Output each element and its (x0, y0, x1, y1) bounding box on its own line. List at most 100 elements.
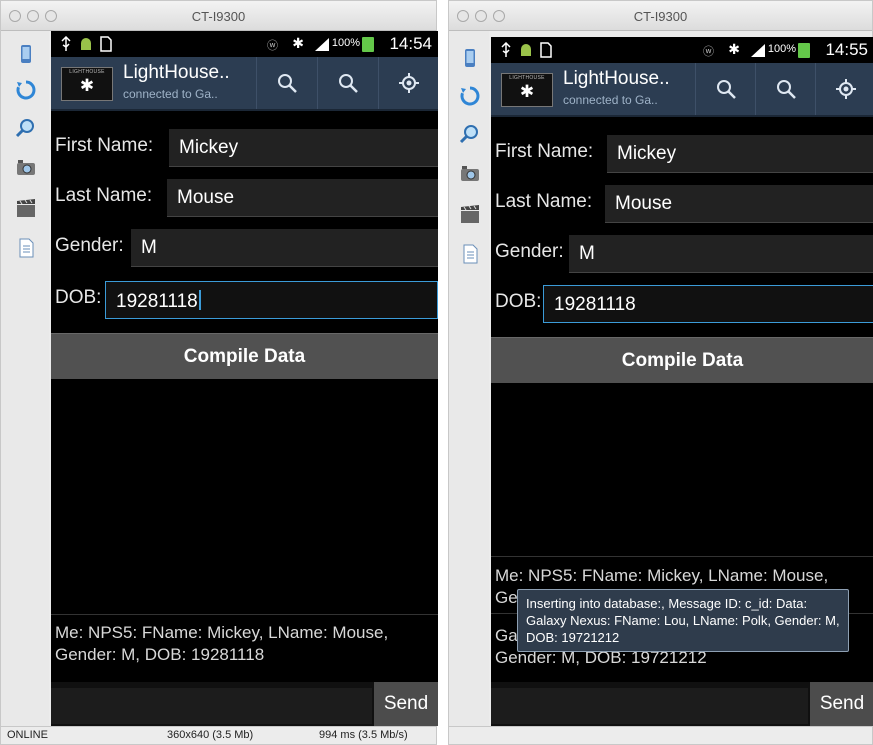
compile-data-button[interactable]: Compile Data (51, 333, 438, 379)
emulator-toolstrip (1, 31, 49, 726)
compile-data-button[interactable]: Compile Data (491, 337, 873, 383)
gender-input[interactable]: M (569, 235, 873, 273)
bluetooth-logo-icon: ✱ (519, 82, 535, 101)
location-button[interactable] (815, 63, 873, 115)
gender-label: Gender: (495, 241, 564, 262)
video-icon[interactable] (13, 195, 39, 221)
dob-label: DOB: (495, 291, 542, 312)
search-button[interactable] (256, 57, 316, 109)
status-bar: ⓦ ✱ 100% 14:54 (51, 31, 438, 57)
bluetooth-logo-icon: ✱ (79, 76, 95, 95)
camera-icon[interactable] (457, 161, 483, 187)
dob-input[interactable]: 19281118 (105, 281, 438, 319)
first-name-row: First Name: Mickey (491, 133, 873, 177)
camera-icon[interactable] (13, 155, 39, 181)
connection-status: ONLINE (7, 729, 48, 741)
battery-icon (798, 43, 810, 58)
usb-icon (501, 42, 511, 57)
search-button-2[interactable] (755, 63, 815, 115)
battery-percent: 100% (331, 37, 360, 49)
search-icon (776, 80, 796, 99)
message-input[interactable] (491, 688, 808, 724)
window-title: CT-I9300 (633, 9, 688, 24)
message-input[interactable] (51, 688, 372, 724)
toast-notification: Inserting into database:, Message ID: c_… (517, 589, 849, 652)
divider (51, 614, 438, 615)
last-name-label: Last Name: (55, 185, 153, 206)
status-time: 14:55 (825, 40, 868, 59)
status-time: 14:54 (389, 34, 432, 53)
first-name-row: First Name: Mickey (51, 127, 438, 171)
last-name-label: Last Name: (495, 191, 593, 212)
android-icon (521, 44, 531, 56)
action-bar: LIGHTHOUSE ✱ LightHouse.. connected to G… (491, 63, 873, 117)
first-name-label: First Name: (495, 141, 594, 162)
file-icon (100, 36, 112, 52)
gender-label: Gender: (55, 235, 124, 256)
search-button-2[interactable] (317, 57, 377, 109)
emulator-toolstrip (449, 31, 489, 726)
text-caret (198, 290, 201, 310)
app-logo[interactable]: LIGHTHOUSE ✱ (61, 67, 113, 101)
zoom-icon[interactable] (13, 115, 39, 141)
device-icon[interactable] (457, 45, 483, 71)
rotate-icon[interactable] (457, 83, 483, 109)
app-logo[interactable]: LIGHTHOUSE ✱ (501, 73, 553, 107)
search-button[interactable] (695, 63, 755, 115)
emulator-window-1: CT-I9300 ⓦ ✱ 100% 14:54 LIGHTHOUSE ✱ Lig… (0, 0, 438, 745)
log-entry: Me: NPS5: FName: Mickey, LName: Mouse, (495, 566, 829, 585)
divider (491, 556, 873, 557)
rotate-icon[interactable] (13, 77, 39, 103)
log-entry: Me: NPS5: FName: Mickey, LName: Mouse, G… (55, 623, 389, 664)
window-titlebar: CT-I9300 (449, 1, 872, 31)
search-icon (338, 74, 358, 93)
window-titlebar: CT-I9300 (1, 1, 436, 31)
location-icon (835, 79, 856, 99)
first-name-input[interactable]: Mickey (607, 135, 873, 173)
document-icon[interactable] (457, 241, 483, 267)
resolution-info: 360x640 (3.5 Mb) (167, 729, 254, 741)
emulator-window-2: CT-I9300 ⓦ ✱ 100% 14:55 LIGHTHOUSE ✱ Lig… (448, 0, 873, 745)
file-icon (540, 42, 552, 58)
bluetooth-icon: ✱ (292, 35, 304, 51)
message-log[interactable]: Me: NPS5: FName: Mickey, LName: Mouse, G… (51, 380, 438, 682)
last-name-input[interactable]: Mouse (605, 185, 873, 223)
phone-screen: ⓦ ✱ 100% 14:54 LIGHTHOUSE ✱ LightHouse..… (51, 31, 438, 726)
vibrate-icon: ⓦ (703, 46, 714, 58)
last-name-row: Last Name: Mouse (51, 177, 438, 221)
first-name-input[interactable]: Mickey (169, 129, 438, 167)
window-title: CT-I9300 (191, 9, 246, 24)
send-button[interactable]: Send (374, 682, 438, 726)
video-icon[interactable] (457, 201, 483, 227)
send-button[interactable]: Send (810, 682, 873, 726)
document-icon[interactable] (13, 235, 39, 261)
gender-input[interactable]: M (131, 229, 438, 267)
search-icon (716, 80, 736, 99)
dob-row: DOB: 19281118 (51, 279, 438, 323)
compose-bar: Send (51, 682, 438, 726)
search-icon (277, 74, 297, 93)
signal-icon (751, 44, 765, 57)
bluetooth-icon: ✱ (728, 41, 740, 57)
phone-screen: ⓦ ✱ 100% 14:55 LIGHTHOUSE ✱ LightHouse..… (491, 37, 873, 726)
location-icon (398, 73, 419, 93)
gender-row: Gender: M (51, 227, 438, 271)
android-icon (81, 38, 91, 50)
last-name-input[interactable]: Mouse (167, 179, 438, 217)
battery-percent: 100% (767, 43, 796, 55)
location-button[interactable] (378, 57, 438, 109)
device-icon[interactable] (13, 41, 39, 67)
battery-icon (362, 37, 374, 52)
first-name-label: First Name: (55, 135, 154, 156)
last-name-row: Last Name: Mouse (491, 183, 873, 227)
emulator-footer (449, 726, 872, 744)
app-title: LightHouse.. (563, 68, 670, 89)
dob-input[interactable]: 19281118 (543, 285, 873, 323)
signal-icon (315, 38, 329, 51)
zoom-icon[interactable] (457, 121, 483, 147)
dob-label: DOB: (55, 287, 102, 308)
gender-row: Gender: M (491, 233, 873, 277)
dob-value: 19281118 (116, 291, 198, 312)
vibrate-icon: ⓦ (267, 40, 278, 52)
connection-subtitle: connected to Ga.. (563, 93, 658, 107)
